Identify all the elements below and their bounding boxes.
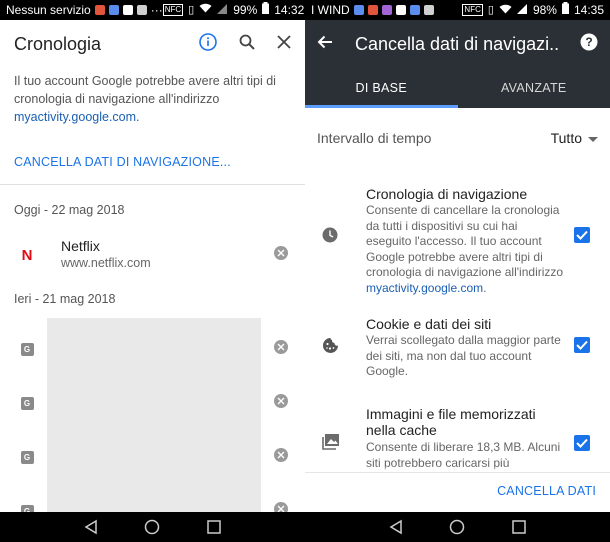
date-header: Ieri - 21 mag 2018 xyxy=(14,292,116,306)
cookie-icon xyxy=(321,336,339,354)
option-description: Verrai scollegato dalla maggior parte de… xyxy=(366,333,561,378)
wifi-icon xyxy=(499,0,512,20)
history-item-netflix[interactable]: N Netflix www.netflix.com xyxy=(0,234,305,278)
navigation-bar xyxy=(305,512,610,542)
remove-entry-button[interactable] xyxy=(274,246,288,260)
option-checkbox[interactable] xyxy=(574,337,590,353)
history-item[interactable]: G xyxy=(0,382,305,426)
clock: 14:32 xyxy=(274,3,305,17)
recents-nav-icon[interactable] xyxy=(509,517,529,537)
history-item-title: Netflix xyxy=(61,238,100,254)
time-range-selector[interactable]: Intervallo di tempo Tutto xyxy=(305,118,610,158)
option-cached-images[interactable]: Immagini e file memorizzati nella cache … xyxy=(305,400,610,472)
date-header: Oggi - 22 mag 2018 xyxy=(14,203,125,217)
time-range-label: Intervallo di tempo xyxy=(317,130,432,146)
option-description: Consente di cancellare la cronologia da … xyxy=(366,203,564,295)
netflix-favicon-icon: N xyxy=(21,246,33,264)
divider xyxy=(305,472,610,473)
carrier-label: Nessun servizio xyxy=(6,3,91,17)
signal-icon xyxy=(217,0,228,20)
notification-icon xyxy=(409,5,420,15)
wifi-icon xyxy=(199,0,212,20)
app-toolbar: Cancella dati di navigazi... ? DI BASE A… xyxy=(305,20,610,108)
battery-icon xyxy=(262,0,270,20)
notification-icon xyxy=(423,5,434,15)
svg-text:?: ? xyxy=(585,35,592,49)
clear-data-button[interactable]: CANCELLA DATI xyxy=(497,484,596,498)
site-favicon-icon: G xyxy=(20,342,34,356)
notification-icon xyxy=(367,5,378,15)
option-title: Cookie e dati dei siti xyxy=(366,316,492,332)
notification-icon xyxy=(94,5,105,15)
battery-level: 99% xyxy=(233,3,258,17)
time-range-value: Tutto xyxy=(550,130,582,146)
status-bar: Nessun servizio ··· NFC ▯ 99% 14:32 xyxy=(0,0,305,20)
home-nav-icon[interactable] xyxy=(447,517,467,537)
tab-advanced[interactable]: AVANZATE xyxy=(458,68,610,108)
close-icon[interactable] xyxy=(277,34,291,54)
history-screen: Nessun servizio ··· NFC ▯ 99% 14:32 Cron… xyxy=(0,0,305,542)
option-cookies[interactable]: Cookie e dati dei siti Verrai scollegato… xyxy=(305,310,610,380)
battery-level: 98% xyxy=(532,3,557,17)
clear-data-screen: I WIND NFC ▯ 98% 14:35 Cancella dati di … xyxy=(305,0,610,542)
dropdown-arrow-icon xyxy=(588,130,598,146)
option-checkbox[interactable] xyxy=(574,435,590,451)
battery-icon xyxy=(561,0,569,20)
page-title: Cancella dati di navigazi... xyxy=(355,33,560,54)
option-title: Cronologia di navigazione xyxy=(366,186,528,202)
back-nav-icon[interactable] xyxy=(386,517,406,537)
nfc-icon: NFC xyxy=(162,4,184,16)
notification-icon xyxy=(395,5,406,15)
site-favicon-icon: G xyxy=(20,396,34,410)
myactivity-link[interactable]: myactivity.google.com xyxy=(366,281,483,295)
signal-icon xyxy=(516,0,528,20)
search-icon[interactable] xyxy=(239,34,255,55)
vibrate-icon: ▯ xyxy=(487,4,494,16)
tab-basic[interactable]: DI BASE xyxy=(305,68,458,108)
account-info-text: Il tuo account Google potrebbe avere alt… xyxy=(14,74,276,124)
navigation-bar xyxy=(0,512,305,542)
history-header: Cronologia xyxy=(0,20,305,68)
nfc-icon: NFC xyxy=(462,4,483,16)
notification-icon xyxy=(136,5,147,15)
vibrate-icon: ▯ xyxy=(188,4,195,16)
option-checkbox[interactable] xyxy=(574,227,590,243)
status-bar: I WIND NFC ▯ 98% 14:35 xyxy=(305,0,610,20)
notification-icon xyxy=(108,5,119,15)
tab-bar: DI BASE AVANZATE xyxy=(305,68,610,108)
help-icon[interactable]: ? xyxy=(580,33,598,56)
page-title: Cronologia xyxy=(14,33,102,54)
history-item[interactable]: G xyxy=(0,436,305,480)
history-item-url: www.netflix.com xyxy=(61,256,151,270)
option-browsing-history[interactable]: Cronologia di navigazione Consente di ca… xyxy=(305,180,610,295)
option-title: Immagini e file memorizzati nella cache xyxy=(366,406,536,438)
notification-icon xyxy=(122,5,133,15)
site-favicon-icon: G xyxy=(20,450,34,464)
image-icon xyxy=(321,433,339,451)
clock-icon xyxy=(321,226,339,244)
myactivity-link[interactable]: myactivity.google.com xyxy=(14,110,136,124)
recents-nav-icon[interactable] xyxy=(204,517,224,537)
clock: 14:35 xyxy=(573,3,604,17)
remove-entry-button[interactable] xyxy=(274,448,288,462)
divider xyxy=(0,184,305,185)
home-nav-icon[interactable] xyxy=(142,517,162,537)
notification-icon xyxy=(353,5,364,15)
clear-browsing-data-link[interactable]: CANCELLA DATI DI NAVIGAZIONE... xyxy=(14,155,231,169)
carrier-label: I WIND xyxy=(311,3,350,17)
remove-entry-button[interactable] xyxy=(274,394,288,408)
notification-icon xyxy=(381,5,392,15)
more-notifications-label: ··· xyxy=(150,3,163,17)
history-item[interactable]: G xyxy=(0,328,305,372)
remove-entry-button[interactable] xyxy=(274,340,288,354)
back-nav-icon[interactable] xyxy=(81,517,101,537)
back-arrow-icon[interactable] xyxy=(317,34,333,55)
info-icon[interactable] xyxy=(199,32,217,56)
